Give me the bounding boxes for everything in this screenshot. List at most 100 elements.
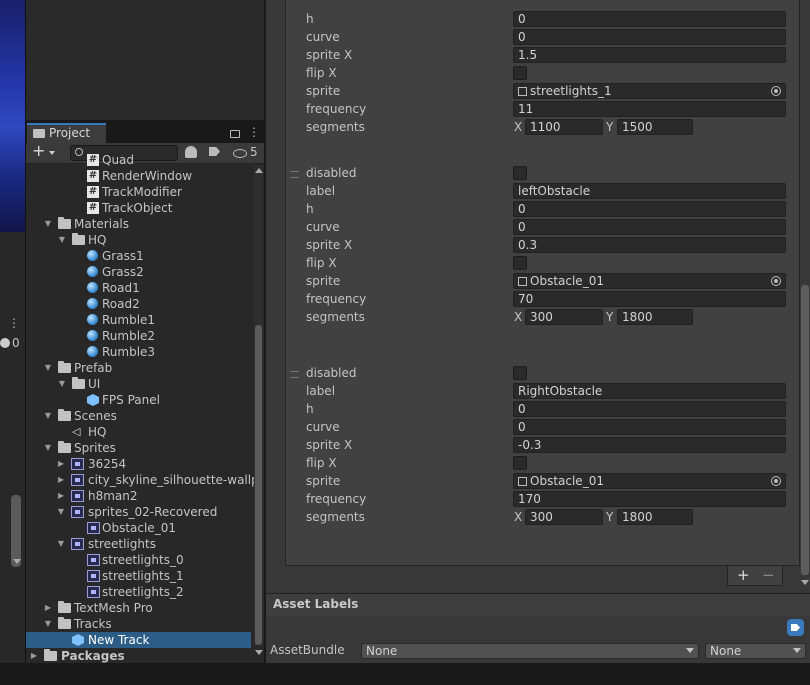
remove-element-button[interactable]: − (762, 566, 775, 584)
tree-item[interactable]: streetlights_1 (26, 568, 252, 584)
tree-item[interactable]: Grass1 (26, 248, 252, 264)
h-field[interactable]: 0 (513, 11, 786, 27)
segments-x-field[interactable]: 300 (525, 509, 603, 525)
tree-item[interactable]: ▼ sprites_02-Recovered (26, 504, 252, 520)
sprite-x-field[interactable]: -0.3 (513, 437, 786, 453)
segments-x-field[interactable]: 1100 (525, 119, 603, 135)
tree-item[interactable]: ▼ Prefab (26, 360, 252, 376)
tree-item[interactable]: Rumble2 (26, 328, 252, 344)
scroll-down-arrow-icon[interactable] (13, 559, 21, 564)
frequency-field[interactable]: 170 (513, 491, 786, 507)
collapse-arrow-icon[interactable]: ▶ (56, 472, 66, 488)
frequency-field[interactable]: 70 (513, 291, 786, 307)
expand-arrow-icon[interactable]: ▼ (43, 360, 53, 376)
tree-item[interactable]: FPS Panel (26, 392, 252, 408)
object-picker-icon[interactable] (771, 86, 781, 96)
tree-item[interactable]: # RenderWindow (26, 168, 252, 184)
sprite-object-field[interactable]: streetlights_1 (513, 83, 786, 99)
sprite-x-field[interactable]: 0.3 (513, 237, 786, 253)
tree-item[interactable]: # TrackModifier (26, 184, 252, 200)
asset-labels-header[interactable]: Asset Labels (266, 593, 810, 617)
sprite-object-field[interactable]: Obstacle_01 (513, 273, 786, 289)
drag-handle-icon[interactable] (290, 171, 299, 178)
lock-icon[interactable] (230, 130, 240, 138)
object-picker-icon[interactable] (771, 476, 781, 486)
add-element-button[interactable]: + (737, 566, 750, 584)
collapse-arrow-icon[interactable]: ▶ (56, 456, 66, 472)
tree-item[interactable]: streetlights_0 (26, 552, 252, 568)
left-scrollbar[interactable] (11, 495, 21, 567)
tree-item-label: FPS Panel (102, 393, 160, 407)
flip-x-checkbox[interactable] (513, 66, 527, 80)
expand-arrow-icon[interactable]: ▼ (43, 408, 53, 424)
expand-arrow-icon[interactable]: ▼ (43, 616, 53, 632)
tree-item[interactable]: ▼ Sprites (26, 440, 252, 456)
expand-arrow-icon[interactable]: ▼ (43, 440, 53, 456)
flip-x-checkbox[interactable] (513, 456, 527, 470)
asset-label-button[interactable] (787, 619, 804, 636)
curve-field[interactable]: 0 (513, 219, 786, 235)
expand-arrow-icon[interactable]: ▼ (56, 536, 66, 552)
segments-x-field[interactable]: 300 (525, 309, 603, 325)
expand-arrow-icon[interactable]: ▼ (57, 376, 67, 392)
tree-item[interactable]: New Track (26, 632, 252, 648)
tree-item[interactable]: # Quad (26, 152, 252, 168)
curve-field[interactable]: 0 (513, 29, 786, 45)
tree-item[interactable]: Rumble3 (26, 344, 252, 360)
tree-item[interactable]: ▶ 36254 (26, 456, 252, 472)
scroll-up-arrow-icon[interactable] (255, 168, 263, 173)
project-scrollbar-thumb[interactable] (255, 325, 262, 645)
sprite-icon (518, 277, 527, 286)
sprite-x-field[interactable]: 1.5 (513, 47, 786, 63)
expand-arrow-icon[interactable]: ▼ (43, 216, 53, 232)
expand-arrow-icon[interactable]: ▼ (57, 232, 67, 248)
object-picker-icon[interactable] (771, 276, 781, 286)
tree-item[interactable]: # TrackObject (26, 200, 252, 216)
material-icon (87, 250, 98, 261)
label-field[interactable]: leftObstacle (513, 183, 786, 199)
scroll-down-arrow-icon[interactable] (801, 580, 809, 585)
tree-item[interactable]: streetlights_2 (26, 584, 252, 600)
tree-item[interactable]: Road2 (26, 296, 252, 312)
tree-item[interactable]: Grass2 (26, 264, 252, 280)
tree-item[interactable]: ▼ Tracks (26, 616, 252, 632)
segments-y-field[interactable]: 1800 (617, 509, 693, 525)
frequency-field[interactable]: 11 (513, 101, 786, 117)
tree-item[interactable]: ▼ UI (26, 376, 252, 392)
flip-x-checkbox[interactable] (513, 256, 527, 270)
tab-project[interactable]: Project (27, 123, 106, 143)
collapse-arrow-icon[interactable]: ▶ (56, 488, 66, 504)
drag-handle-icon[interactable] (290, 371, 299, 378)
expand-arrow-icon[interactable]: ▼ (56, 504, 66, 520)
collapse-arrow-icon[interactable]: ▶ (43, 600, 53, 616)
h-field[interactable]: 0 (513, 201, 786, 217)
label-field[interactable]: RightObstacle (513, 383, 786, 399)
tree-item[interactable]: ▼ Materials (26, 216, 252, 232)
disabled-checkbox[interactable] (513, 366, 527, 380)
tree-item[interactable]: ▼ streetlights (26, 536, 252, 552)
sprite-object-field[interactable]: Obstacle_01 (513, 473, 786, 489)
tree-item[interactable]: ▶ TextMesh Pro (26, 600, 252, 616)
kebab-menu-icon[interactable]: ⋮ (248, 125, 260, 139)
tree-item[interactable]: Road1 (26, 280, 252, 296)
h-field[interactable]: 0 (513, 401, 786, 417)
inspector-scrollbar-thumb[interactable] (801, 285, 809, 575)
collapse-arrow-icon[interactable]: ▶ (29, 648, 39, 664)
tree-item[interactable]: ▶ Packages (26, 648, 252, 664)
scroll-down-arrow-icon[interactable] (255, 650, 263, 655)
curve-field[interactable]: 0 (513, 419, 786, 435)
tree-item[interactable]: Obstacle_01 (26, 520, 252, 536)
kebab-menu-icon[interactable]: ⋮ (8, 316, 20, 330)
assetbundle-dropdown[interactable]: None (361, 643, 699, 659)
segments-y-field[interactable]: 1800 (617, 309, 693, 325)
segments-y-field[interactable]: 1500 (617, 119, 693, 135)
property-label-h: h (306, 402, 314, 416)
tree-item[interactable]: ▼ HQ (26, 232, 252, 248)
tree-item[interactable]: ▼ Scenes (26, 408, 252, 424)
disabled-checkbox[interactable] (513, 166, 527, 180)
tree-item[interactable]: ▶ h8man2 (26, 488, 252, 504)
tree-item[interactable]: Rumble1 (26, 312, 252, 328)
tree-item[interactable]: ◁ HQ (26, 424, 252, 440)
assetbundle-variant-dropdown[interactable]: None (705, 643, 806, 659)
tree-item[interactable]: ▶ city_skyline_silhouette-wallp (26, 472, 259, 488)
